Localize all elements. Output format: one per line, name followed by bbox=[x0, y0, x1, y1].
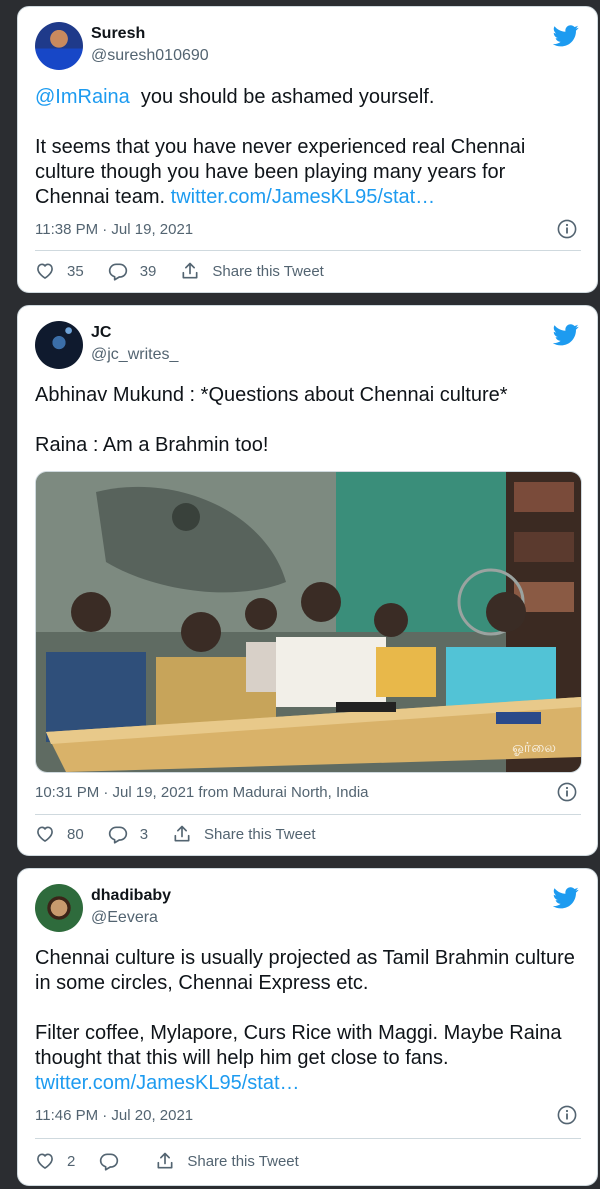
tweet-link[interactable]: twitter.com/JamesKL95/stat… bbox=[35, 1072, 300, 1094]
like-count: 2 bbox=[67, 1152, 76, 1170]
share-icon bbox=[172, 824, 192, 844]
heart-icon bbox=[35, 1151, 55, 1171]
share-button[interactable]: Share this Tweet bbox=[172, 824, 315, 844]
divider bbox=[35, 250, 581, 251]
avatar[interactable] bbox=[35, 22, 83, 70]
twitter-bird-icon[interactable] bbox=[553, 25, 579, 47]
reply-count: 3 bbox=[139, 825, 149, 843]
tweet-paragraph: Filter coffee, Mylapore, Curs Rice with … bbox=[35, 1022, 562, 1069]
user-handle[interactable]: @jc_writes_ bbox=[91, 346, 178, 364]
tweet-line: you should be ashamed yourself. bbox=[129, 86, 435, 108]
like-count: 80 bbox=[67, 825, 84, 843]
reply-button[interactable] bbox=[99, 1151, 131, 1171]
reply-icon bbox=[108, 261, 128, 281]
tweet-card-2[interactable]: JC @jc_writes_ Abhinav Mukund : *Questio… bbox=[17, 305, 598, 856]
info-icon[interactable] bbox=[557, 1105, 577, 1125]
tweet-actions: 80 3 Share this Tweet bbox=[35, 824, 339, 844]
reply-icon bbox=[108, 824, 128, 844]
share-button[interactable]: Share this Tweet bbox=[180, 261, 324, 281]
info-icon[interactable] bbox=[557, 219, 577, 239]
avatar[interactable] bbox=[35, 884, 83, 932]
tweet-actions: 35 39 Share this Tweet bbox=[35, 261, 348, 281]
tweet-timestamp[interactable]: 11:46 PM · Jul 20, 2021 bbox=[35, 1107, 193, 1124]
share-button[interactable]: Share this Tweet bbox=[155, 1151, 299, 1171]
share-label: Share this Tweet bbox=[187, 1152, 299, 1170]
like-button[interactable]: 2 bbox=[35, 1151, 75, 1171]
divider bbox=[35, 1138, 581, 1139]
twitter-bird-icon[interactable] bbox=[553, 887, 579, 909]
avatar[interactable] bbox=[35, 321, 83, 369]
tweet-paragraph: Chennai culture is usually projected as … bbox=[35, 947, 575, 994]
heart-icon bbox=[35, 824, 55, 844]
divider bbox=[35, 814, 581, 815]
share-icon bbox=[180, 261, 200, 281]
tweet-paragraph: Raina : Am a Brahmin too! bbox=[35, 434, 269, 456]
user-handle[interactable]: @suresh010690 bbox=[91, 47, 209, 65]
tweet-link[interactable]: twitter.com/JamesKL95/stat… bbox=[171, 186, 436, 208]
tweet-actions: 2 Share this Tweet bbox=[35, 1151, 323, 1171]
like-button[interactable]: 80 bbox=[35, 824, 84, 844]
reply-button[interactable]: 3 bbox=[108, 824, 148, 844]
tweet-timestamp[interactable]: 11:38 PM · Jul 19, 2021 bbox=[35, 221, 193, 238]
twitter-bird-icon[interactable] bbox=[553, 324, 579, 346]
share-label: Share this Tweet bbox=[212, 262, 324, 280]
share-icon bbox=[155, 1151, 175, 1171]
like-button[interactable]: 35 bbox=[35, 261, 84, 281]
reply-count: 39 bbox=[139, 262, 157, 280]
tweet-text: @ImRaina you should be ashamed yourself.… bbox=[35, 85, 581, 210]
press-meet-photo: ஓர்லை bbox=[36, 472, 581, 772]
info-icon[interactable] bbox=[557, 782, 577, 802]
tweet-paragraph: Abhinav Mukund : *Questions about Chenna… bbox=[35, 384, 508, 406]
user-name[interactable]: JC bbox=[91, 324, 111, 342]
heart-icon bbox=[35, 261, 55, 281]
reply-icon bbox=[99, 1151, 119, 1171]
photo-watermark: ஓர்லை bbox=[512, 740, 556, 756]
tweet-card-1[interactable]: Suresh @suresh010690 @ImRaina you should… bbox=[17, 6, 598, 293]
user-name[interactable]: dhadibaby bbox=[91, 887, 171, 905]
mention-link[interactable]: @ImRaina bbox=[35, 86, 130, 108]
tweet-card-3[interactable]: dhadibaby @Eevera Chennai culture is usu… bbox=[17, 868, 598, 1186]
user-name[interactable]: Suresh bbox=[91, 25, 145, 43]
tweet-photo[interactable]: ஓர்லை bbox=[35, 471, 582, 773]
tweet-timestamp[interactable]: 10:31 PM · Jul 19, 2021 from Madurai Nor… bbox=[35, 784, 369, 801]
tweet-text: Chennai culture is usually projected as … bbox=[35, 946, 581, 1096]
like-count: 35 bbox=[67, 262, 84, 280]
user-handle[interactable]: @Eevera bbox=[91, 909, 158, 927]
tweet-text: Abhinav Mukund : *Questions about Chenna… bbox=[35, 383, 581, 458]
share-label: Share this Tweet bbox=[204, 825, 316, 843]
reply-button[interactable]: 39 bbox=[108, 261, 157, 281]
